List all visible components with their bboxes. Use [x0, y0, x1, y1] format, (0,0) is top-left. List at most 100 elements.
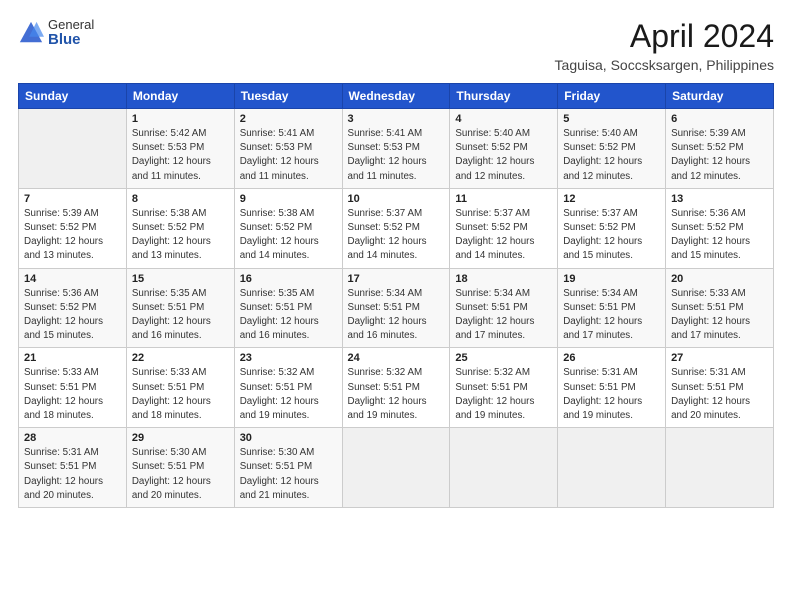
calendar-week-1: 7 Sunrise: 5:39 AM Sunset: 5:52 PM Daylig… — [19, 188, 774, 268]
day-number: 9 — [240, 193, 337, 205]
calendar-cell: 13 Sunrise: 5:36 AM Sunset: 5:52 PM Dayli… — [666, 188, 774, 268]
header-friday: Friday — [558, 84, 666, 109]
day-info: Sunrise: 5:36 AM Sunset: 5:52 PM Dayligh… — [24, 287, 121, 344]
page: General Blue April 2024 Taguisa, Soccsks… — [0, 0, 792, 612]
day-number: 20 — [671, 273, 768, 285]
day-number: 15 — [132, 273, 229, 285]
calendar-cell: 19Sunrise: 5:34 AM Sunset: 5:51 PM Dayli… — [558, 268, 666, 348]
subtitle: Taguisa, Soccsksargen, Philippines — [555, 57, 774, 73]
day-number: 26 — [563, 352, 660, 364]
calendar-cell: 3Sunrise: 5:41 AM Sunset: 5:53 PM Daylig… — [342, 109, 450, 189]
calendar-week-2: 14 Sunrise: 5:36 AM Sunset: 5:52 PM Dayli… — [19, 268, 774, 348]
calendar-cell: 21 Sunrise: 5:33 AM Sunset: 5:51 PM Dayli… — [19, 348, 127, 428]
day-info: Sunrise: 5:35 AM Sunset: 5:51 PM Dayligh… — [240, 287, 337, 344]
day-number: 7 — [24, 193, 121, 205]
logo-icon — [18, 20, 44, 46]
day-info: Sunrise: 5:30 AM Sunset: 5:51 PM Dayligh… — [132, 446, 229, 503]
day-number: 29 — [132, 432, 229, 444]
day-info: Sunrise: 5:39 AM Sunset: 5:52 PM Dayligh… — [671, 127, 768, 184]
calendar-cell: 15 Sunrise: 5:35 AM Sunset: 5:51 PM Dayli… — [126, 268, 234, 348]
calendar-week-4: 28 Sunrise: 5:31 AM Sunset: 5:51 PM Dayli… — [19, 428, 774, 508]
day-info: Sunrise: 5:32 AM Sunset: 5:51 PM Dayligh… — [348, 366, 445, 423]
day-number: 27 — [671, 352, 768, 364]
day-number: 23 — [240, 352, 337, 364]
day-number: 14 — [24, 273, 121, 285]
day-number: 17 — [348, 273, 445, 285]
calendar-cell: 4Sunrise: 5:40 AM Sunset: 5:52 PM Daylig… — [450, 109, 558, 189]
day-info: Sunrise: 5:40 AM Sunset: 5:52 PM Dayligh… — [563, 127, 660, 184]
day-info: Sunrise: 5:36 AM Sunset: 5:52 PM Dayligh… — [671, 207, 768, 264]
day-info: Sunrise: 5:32 AM Sunset: 5:51 PM Dayligh… — [455, 366, 552, 423]
calendar-table: Sunday Monday Tuesday Wednesday Thursday… — [18, 83, 774, 508]
day-number: 12 — [563, 193, 660, 205]
calendar-cell: 20 Sunrise: 5:33 AM Sunset: 5:51 PM Dayli… — [666, 268, 774, 348]
day-info: Sunrise: 5:33 AM Sunset: 5:51 PM Dayligh… — [671, 287, 768, 344]
calendar-cell: 18Sunrise: 5:34 AM Sunset: 5:51 PM Dayli… — [450, 268, 558, 348]
calendar-week-3: 21 Sunrise: 5:33 AM Sunset: 5:51 PM Dayli… — [19, 348, 774, 428]
day-info: Sunrise: 5:39 AM Sunset: 5:52 PM Dayligh… — [24, 207, 121, 264]
main-title: April 2024 — [555, 18, 774, 55]
calendar-week-0: 1Sunrise: 5:42 AM Sunset: 5:53 PM Daylig… — [19, 109, 774, 189]
calendar-cell: 26 Sunrise: 5:31 AM Sunset: 5:51 PM Dayli… — [558, 348, 666, 428]
day-number: 11 — [455, 193, 552, 205]
calendar-cell: 11Sunrise: 5:37 AM Sunset: 5:52 PM Dayli… — [450, 188, 558, 268]
day-info: Sunrise: 5:33 AM Sunset: 5:51 PM Dayligh… — [132, 366, 229, 423]
header: General Blue April 2024 Taguisa, Soccsks… — [18, 18, 774, 73]
calendar-cell — [450, 428, 558, 508]
day-number: 13 — [671, 193, 768, 205]
calendar-cell: 8 Sunrise: 5:38 AM Sunset: 5:52 PM Daylig… — [126, 188, 234, 268]
day-info: Sunrise: 5:33 AM Sunset: 5:51 PM Dayligh… — [24, 366, 121, 423]
day-info: Sunrise: 5:42 AM Sunset: 5:53 PM Dayligh… — [132, 127, 229, 184]
calendar-cell: 17 Sunrise: 5:34 AM Sunset: 5:51 PM Dayli… — [342, 268, 450, 348]
logo-text: General Blue — [48, 18, 94, 49]
day-number: 24 — [348, 352, 445, 364]
day-info: Sunrise: 5:30 AM Sunset: 5:51 PM Dayligh… — [240, 446, 337, 503]
day-number: 25 — [455, 352, 552, 364]
day-info: Sunrise: 5:38 AM Sunset: 5:52 PM Dayligh… — [240, 207, 337, 264]
calendar-cell — [19, 109, 127, 189]
header-saturday: Saturday — [666, 84, 774, 109]
calendar-cell: 24 Sunrise: 5:32 AM Sunset: 5:51 PM Dayli… — [342, 348, 450, 428]
day-number: 4 — [455, 113, 552, 125]
day-info: Sunrise: 5:37 AM Sunset: 5:52 PM Dayligh… — [563, 207, 660, 264]
calendar-cell: 5 Sunrise: 5:40 AM Sunset: 5:52 PM Daylig… — [558, 109, 666, 189]
day-info: Sunrise: 5:38 AM Sunset: 5:52 PM Dayligh… — [132, 207, 229, 264]
calendar-cell: 27 Sunrise: 5:31 AM Sunset: 5:51 PM Dayli… — [666, 348, 774, 428]
day-info: Sunrise: 5:41 AM Sunset: 5:53 PM Dayligh… — [348, 127, 445, 184]
day-number: 6 — [671, 113, 768, 125]
day-info: Sunrise: 5:37 AM Sunset: 5:52 PM Dayligh… — [348, 207, 445, 264]
day-number: 30 — [240, 432, 337, 444]
day-info: Sunrise: 5:34 AM Sunset: 5:51 PM Dayligh… — [348, 287, 445, 344]
day-number: 5 — [563, 113, 660, 125]
calendar-cell: 23Sunrise: 5:32 AM Sunset: 5:51 PM Dayli… — [234, 348, 342, 428]
calendar-cell — [666, 428, 774, 508]
day-info: Sunrise: 5:31 AM Sunset: 5:51 PM Dayligh… — [563, 366, 660, 423]
day-number: 21 — [24, 352, 121, 364]
day-number: 8 — [132, 193, 229, 205]
calendar-cell: 1Sunrise: 5:42 AM Sunset: 5:53 PM Daylig… — [126, 109, 234, 189]
calendar-cell: 22Sunrise: 5:33 AM Sunset: 5:51 PM Dayli… — [126, 348, 234, 428]
calendar-cell: 9 Sunrise: 5:38 AM Sunset: 5:52 PM Daylig… — [234, 188, 342, 268]
logo: General Blue — [18, 18, 94, 49]
header-wednesday: Wednesday — [342, 84, 450, 109]
header-sunday: Sunday — [19, 84, 127, 109]
calendar-cell: 16Sunrise: 5:35 AM Sunset: 5:51 PM Dayli… — [234, 268, 342, 348]
calendar-cell: 7 Sunrise: 5:39 AM Sunset: 5:52 PM Daylig… — [19, 188, 127, 268]
day-info: Sunrise: 5:31 AM Sunset: 5:51 PM Dayligh… — [671, 366, 768, 423]
calendar-cell — [342, 428, 450, 508]
calendar-header: Sunday Monday Tuesday Wednesday Thursday… — [19, 84, 774, 109]
logo-blue: Blue — [48, 32, 94, 49]
day-number: 28 — [24, 432, 121, 444]
day-info: Sunrise: 5:35 AM Sunset: 5:51 PM Dayligh… — [132, 287, 229, 344]
day-info: Sunrise: 5:31 AM Sunset: 5:51 PM Dayligh… — [24, 446, 121, 503]
calendar-cell: 10 Sunrise: 5:37 AM Sunset: 5:52 PM Dayli… — [342, 188, 450, 268]
day-info: Sunrise: 5:34 AM Sunset: 5:51 PM Dayligh… — [455, 287, 552, 344]
title-block: April 2024 Taguisa, Soccsksargen, Philip… — [555, 18, 774, 73]
day-number: 10 — [348, 193, 445, 205]
calendar-cell — [558, 428, 666, 508]
calendar-cell: 25 Sunrise: 5:32 AM Sunset: 5:51 PM Dayli… — [450, 348, 558, 428]
calendar-cell: 28 Sunrise: 5:31 AM Sunset: 5:51 PM Dayli… — [19, 428, 127, 508]
calendar-cell: 14 Sunrise: 5:36 AM Sunset: 5:52 PM Dayli… — [19, 268, 127, 348]
day-number: 2 — [240, 113, 337, 125]
day-info: Sunrise: 5:41 AM Sunset: 5:53 PM Dayligh… — [240, 127, 337, 184]
